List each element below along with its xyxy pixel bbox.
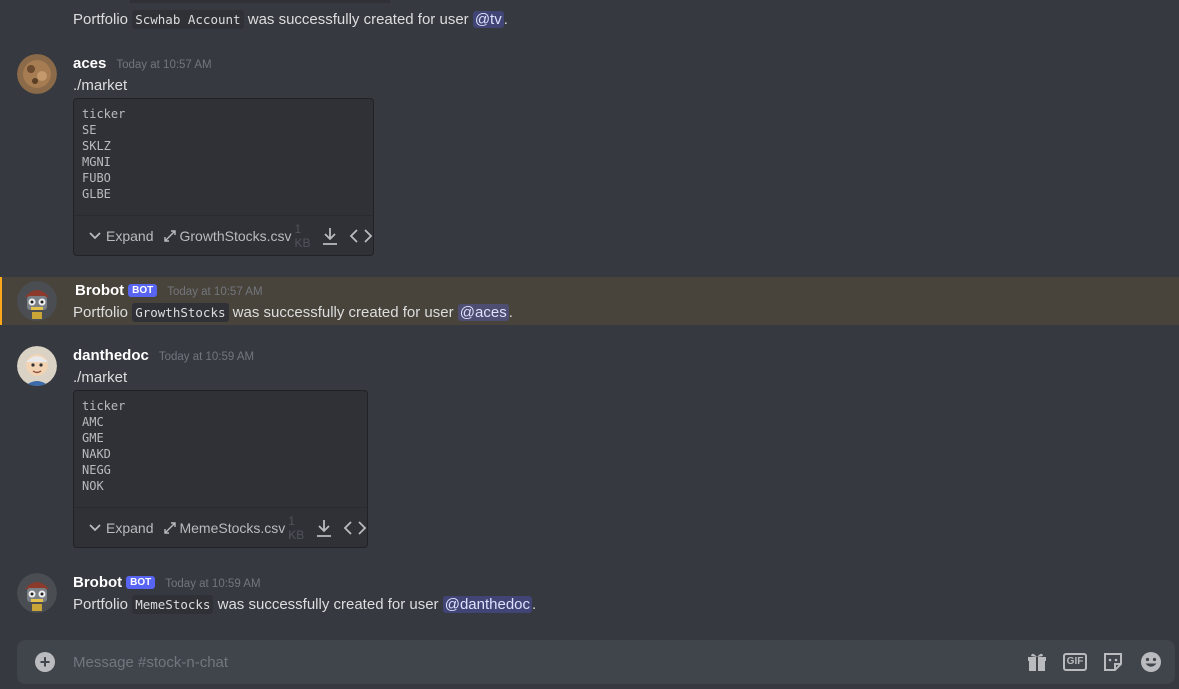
- user-mention[interactable]: @aces: [457, 304, 509, 321]
- composer-tools: GIF: [1025, 650, 1163, 674]
- message-brobot: Brobot BOT Today at 10:59 AM Portfolio M…: [0, 569, 1179, 619]
- expand-button[interactable]: Expand: [88, 520, 153, 536]
- message-text: was successfully created for user: [213, 596, 443, 613]
- message-timestamp: Today at 10:59 AM: [158, 351, 255, 363]
- message-danthedoc: danthedoc Today at 10:59 AM ./market tic…: [0, 340, 1179, 555]
- message-aces: aces Today at 10:57 AM ./market ticker S…: [0, 48, 1179, 263]
- chevron-down-icon: [89, 231, 101, 239]
- avatar-brobot-icon: [17, 573, 57, 613]
- download-button[interactable]: [321, 226, 339, 246]
- file-link[interactable]: GrowthStocks.csv: [163, 227, 292, 244]
- message-text: Portfolio: [73, 11, 133, 28]
- previous-code-block-edge: [130, 0, 390, 3]
- message-continued: Portfolio Scwhab Account was successfull…: [0, 0, 1179, 36]
- expand-label: Expand: [106, 519, 154, 536]
- sticker-icon: [1104, 653, 1122, 671]
- file-attachment: ticker AMC GME NAKD NEGG NOK Expand Meme…: [73, 390, 368, 548]
- expand-button[interactable]: Expand: [88, 228, 153, 244]
- avatar[interactable]: [17, 346, 57, 386]
- code-icon: [349, 228, 373, 243]
- message-text: ./market: [73, 369, 128, 386]
- message-text: was successfully created for user: [228, 304, 458, 321]
- gift-icon: [1028, 653, 1046, 671]
- sticker-button[interactable]: [1101, 650, 1125, 674]
- view-code-button[interactable]: [349, 227, 373, 245]
- bot-tag: BOT: [128, 284, 158, 297]
- file-size: 1 KB: [288, 513, 305, 542]
- username[interactable]: aces: [73, 55, 106, 72]
- user-mention[interactable]: @danthedoc: [442, 596, 533, 613]
- message-text: was successfully created for user: [243, 11, 473, 28]
- download-icon: [323, 227, 337, 245]
- message-text: Portfolio: [73, 304, 133, 321]
- message-content: Portfolio Scwhab Account was successfull…: [73, 10, 508, 29]
- avatar[interactable]: [17, 54, 57, 94]
- file-name: MemeStocks.csv: [179, 519, 286, 536]
- chat-messages: Portfolio Scwhab Account was successfull…: [0, 0, 1179, 640]
- message-text: Portfolio: [73, 596, 133, 613]
- inline-code: MemeStocks: [132, 595, 214, 614]
- file-link[interactable]: MemeStocks.csv: [163, 520, 285, 536]
- message-composer: + GIF: [17, 640, 1175, 684]
- avatar[interactable]: [17, 573, 57, 613]
- expand-arrows-icon: [164, 521, 177, 534]
- inline-code: Scwhab Account: [132, 10, 244, 29]
- username[interactable]: Brobot: [73, 574, 122, 591]
- message-brobot: Brobot BOT Today at 10:57 AM Portfolio G…: [0, 277, 1179, 325]
- expand-label: Expand: [106, 227, 154, 244]
- plus-circle-icon[interactable]: +: [35, 652, 55, 672]
- file-preview: ticker AMC GME NAKD NEGG NOK: [82, 399, 126, 493]
- expand-arrows-icon: [164, 229, 177, 242]
- gif-icon: GIF: [1062, 653, 1088, 671]
- avatar-danthedoc-icon: [17, 346, 57, 386]
- message-input[interactable]: [71, 652, 975, 672]
- bot-tag: BOT: [126, 576, 156, 589]
- file-name: GrowthStocks.csv: [179, 227, 292, 244]
- file-preview: ticker SE SKLZ MGNI FUBO GLBE: [82, 107, 126, 201]
- message-timestamp: Today at 10:57 AM: [116, 59, 212, 71]
- emoji-button[interactable]: [1139, 650, 1163, 674]
- file-size: 1 KB: [294, 221, 311, 250]
- user-mention[interactable]: @tv: [472, 11, 504, 28]
- emoji-icon: [1141, 652, 1161, 672]
- code-icon: [343, 520, 367, 535]
- file-attachment: ticker SE SKLZ MGNI FUBO GLBE Expand Gro…: [73, 98, 374, 256]
- message-timestamp: Today at 10:57 AM: [167, 286, 263, 298]
- download-icon: [317, 519, 331, 537]
- message-text: ./market: [73, 77, 128, 94]
- message-text: .: [532, 596, 537, 613]
- gift-button[interactable]: [1025, 650, 1049, 674]
- message-text: .: [508, 304, 513, 321]
- message-content: Portfolio GrowthStocks was successfully …: [73, 303, 513, 322]
- username[interactable]: Brobot: [75, 282, 124, 299]
- chevron-down-icon: [89, 523, 101, 531]
- view-code-button[interactable]: [343, 519, 367, 537]
- download-button[interactable]: [315, 518, 333, 538]
- inline-code: GrowthStocks: [132, 303, 229, 322]
- avatar-aces-icon: [17, 54, 57, 94]
- avatar-brobot-icon: [17, 281, 57, 321]
- username[interactable]: danthedoc: [73, 347, 149, 364]
- message-text: .: [503, 11, 508, 28]
- message-timestamp: Today at 10:59 AM: [165, 578, 261, 590]
- message-content: Portfolio MemeStocks was successfully cr…: [73, 595, 537, 614]
- gif-button[interactable]: GIF: [1062, 650, 1088, 674]
- avatar[interactable]: [17, 281, 57, 321]
